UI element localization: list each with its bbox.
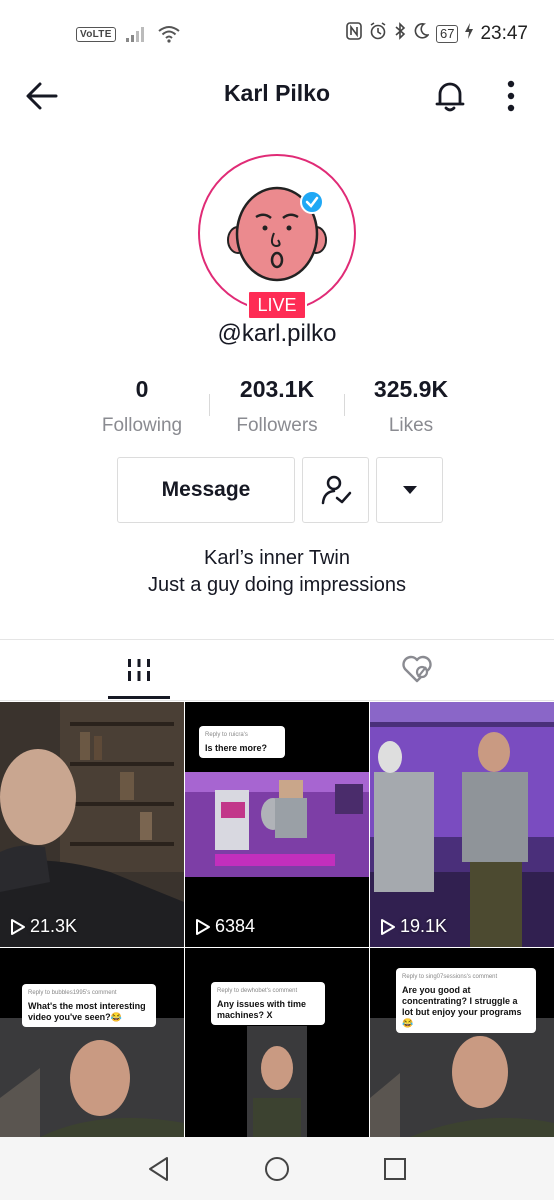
video-thumbnail-image bbox=[0, 948, 184, 1137]
following-count: 0 bbox=[135, 376, 149, 402]
view-count-text: 19.1K bbox=[400, 916, 448, 936]
view-count: 21.3K bbox=[10, 916, 77, 937]
stat-likes[interactable]: 325.9K Likes bbox=[336, 376, 486, 437]
comment-text: Any issues with time machines? X bbox=[217, 999, 307, 1020]
tabs-divider bbox=[0, 700, 554, 701]
verified-badge-icon bbox=[300, 190, 324, 214]
comment-reply-bubble: Reply to bubbles1995's comment What's th… bbox=[22, 984, 156, 1027]
tabs-divider bbox=[0, 639, 554, 640]
profile-header: Karl Pilko bbox=[0, 68, 554, 124]
video-thumbnail-image bbox=[185, 948, 369, 1137]
comment-reply-bubble: Reply to ruicra's Is there more? bbox=[199, 726, 285, 758]
stat-followers[interactable]: 203.1K Followers bbox=[202, 376, 352, 437]
video-thumbnail[interactable]: Reply to ruicra's Is there more? 6384 bbox=[185, 702, 369, 947]
charging-icon bbox=[465, 23, 474, 44]
likes-count: 325.9K bbox=[373, 376, 449, 402]
comment-text: Is there more? bbox=[205, 743, 268, 753]
play-outline-icon bbox=[11, 918, 25, 935]
followers-count: 203.1K bbox=[239, 376, 315, 402]
volte-indicator: VoLTE bbox=[76, 26, 116, 42]
followers-label: Followers bbox=[236, 415, 318, 436]
status-left: VoLTE bbox=[76, 25, 180, 43]
view-count-text: 21.3K bbox=[30, 916, 78, 936]
wifi-icon bbox=[158, 26, 180, 43]
active-tab-indicator bbox=[108, 696, 170, 699]
following-status-button[interactable] bbox=[302, 457, 369, 523]
view-count-text: 6384 bbox=[215, 916, 256, 936]
bio-line: Just a guy doing impressions bbox=[148, 574, 406, 596]
alarm-icon bbox=[369, 22, 387, 45]
video-thumbnail[interactable]: 19.1K bbox=[370, 702, 554, 947]
video-thumbnail[interactable]: 21.3K bbox=[0, 702, 184, 947]
liked-videos-hidden-icon[interactable] bbox=[400, 654, 434, 684]
home-circle-icon[interactable] bbox=[263, 1155, 291, 1183]
reply-to-text: Reply to ruicra's bbox=[205, 732, 248, 738]
more-options-icon[interactable] bbox=[500, 78, 522, 114]
bluetooth-icon bbox=[394, 22, 406, 45]
system-navigation-bar bbox=[0, 1137, 554, 1200]
view-count: 19.1K bbox=[380, 916, 447, 937]
cartoon-face-avatar-image bbox=[214, 170, 340, 296]
video-thumbnail-image bbox=[0, 702, 184, 947]
view-count: 6384 bbox=[195, 916, 255, 937]
person-check-icon bbox=[321, 475, 351, 505]
signal-icon bbox=[125, 27, 144, 42]
battery-icon: 67 bbox=[435, 24, 459, 43]
play-outline-icon bbox=[381, 918, 395, 935]
message-button[interactable]: Message bbox=[117, 457, 295, 523]
bio-line: Karl’s inner Twin bbox=[204, 547, 350, 569]
suggested-accounts-dropdown[interactable] bbox=[376, 457, 443, 523]
reply-to-text: Reply to bubbles1995's comment bbox=[28, 990, 117, 996]
following-label: Following bbox=[101, 415, 183, 436]
video-thumbnail[interactable]: Reply to bubbles1995's comment What's th… bbox=[0, 948, 184, 1137]
bio: Karl’s inner Twin Just a guy doing impre… bbox=[0, 545, 554, 599]
reply-to-text: Reply to dewhobet's comment bbox=[217, 988, 298, 994]
live-badge[interactable]: LIVE bbox=[247, 290, 307, 320]
back-triangle-icon[interactable] bbox=[145, 1155, 173, 1183]
notification-bell-icon[interactable] bbox=[432, 78, 468, 114]
comment-text: Are you good at concentrating? I struggl… bbox=[402, 985, 522, 1028]
play-outline-icon bbox=[196, 918, 210, 935]
tab-videos[interactable] bbox=[108, 656, 170, 684]
comment-text: What's the most interesting video you've… bbox=[28, 1001, 146, 1022]
reply-to-text: Reply to sing07sessions's comment bbox=[402, 974, 498, 980]
page-title: Karl Pilko bbox=[223, 80, 331, 106]
video-thumbnail[interactable]: Reply to dewhobet's comment Any issues w… bbox=[185, 948, 369, 1137]
stat-following[interactable]: 0 Following bbox=[67, 376, 217, 437]
clock: 23:47 bbox=[480, 22, 528, 44]
video-thumbnail-image bbox=[370, 702, 554, 947]
username: @karl.pilko bbox=[217, 320, 337, 347]
comment-reply-bubble: Reply to dewhobet's comment Any issues w… bbox=[211, 982, 325, 1025]
likes-label: Likes bbox=[388, 415, 434, 436]
do-not-disturb-moon-icon bbox=[413, 22, 430, 45]
status-bar: VoLTE 67 23:47 bbox=[0, 0, 554, 68]
caret-down-icon bbox=[402, 486, 417, 494]
video-grid-icon bbox=[128, 659, 150, 681]
nfc-icon bbox=[346, 22, 362, 45]
comment-reply-bubble: Reply to sing07sessions's comment Are yo… bbox=[396, 968, 536, 1033]
video-thumbnail[interactable]: Reply to sing07sessions's comment Are yo… bbox=[370, 948, 554, 1137]
recents-square-icon[interactable] bbox=[381, 1155, 409, 1183]
avatar[interactable] bbox=[214, 170, 340, 296]
status-right: 67 23:47 bbox=[346, 22, 528, 45]
